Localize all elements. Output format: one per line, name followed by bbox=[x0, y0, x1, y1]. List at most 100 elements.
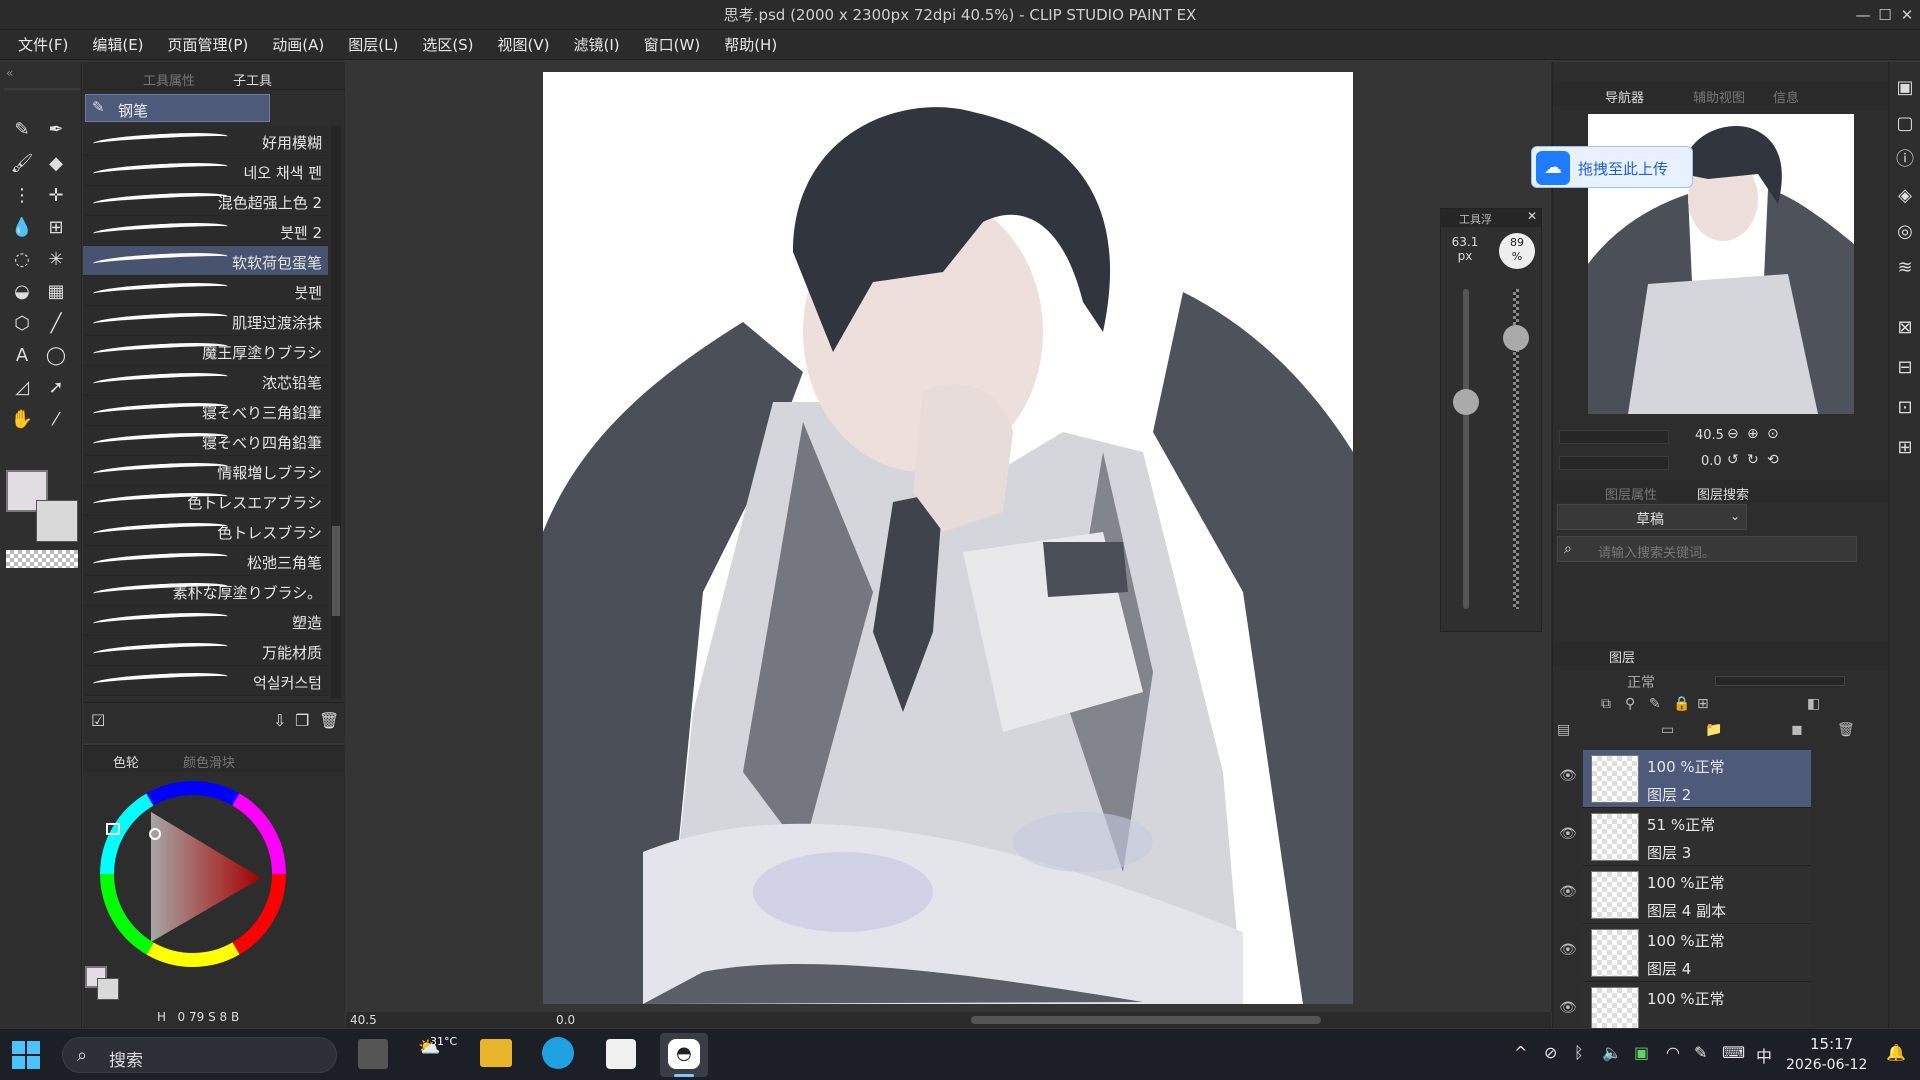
brush-item[interactable]: 塑造 bbox=[83, 606, 328, 636]
wifi-icon[interactable]: ◠ bbox=[1666, 1043, 1680, 1062]
layers-panel-icon[interactable]: ≋ bbox=[1889, 252, 1920, 284]
layer-reference-icon[interactable]: ⚲ bbox=[1625, 696, 1635, 712]
file-explorer-icon[interactable] bbox=[480, 1039, 512, 1067]
tab-info[interactable]: 信息 bbox=[1773, 87, 1799, 106]
notification-bell-icon[interactable]: 🔔 bbox=[1886, 1043, 1906, 1062]
brush-item[interactable]: 色トレスエアブラシ bbox=[83, 486, 328, 516]
transparent-color-swatch[interactable] bbox=[6, 550, 78, 568]
layer-row[interactable]: 👁 100 %正常 图层 4 副本 bbox=[1559, 866, 1811, 924]
menu-edit[interactable]: 编辑(E) bbox=[80, 30, 155, 60]
taskbar-search[interactable]: ⌕ 搜索 bbox=[62, 1037, 337, 1073]
object-select-icon[interactable]: ➚ bbox=[40, 372, 72, 404]
layer-search-box[interactable]: ⌕ 请输入搜索关键词。 bbox=[1557, 536, 1857, 562]
clip-studio-taskbar-icon[interactable]: ◓ bbox=[660, 1033, 708, 1077]
brush-opacity-slider-thumb[interactable] bbox=[1503, 325, 1529, 351]
line-tool-icon[interactable]: ╱ bbox=[40, 308, 72, 340]
balloon-tool-icon[interactable]: ◯ bbox=[40, 340, 72, 372]
menu-selection[interactable]: 选区(S) bbox=[410, 30, 485, 60]
artwork-canvas[interactable] bbox=[543, 72, 1353, 1004]
rotate-left-icon[interactable]: ↺ bbox=[1727, 452, 1739, 468]
brush-tool-icon[interactable]: 🖌 bbox=[6, 148, 38, 180]
pen-pressure-icon[interactable]: ✒ bbox=[40, 114, 72, 146]
airbrush-tool-icon[interactable]: ⋮ bbox=[6, 180, 38, 212]
tab-subtool[interactable]: 子工具 bbox=[233, 70, 272, 89]
edge-browser-icon[interactable] bbox=[542, 1037, 574, 1069]
brush-opacity-slider[interactable] bbox=[1503, 289, 1529, 609]
sub-view-panel-icon[interactable]: ▢ bbox=[1889, 108, 1920, 140]
rotate-right-icon[interactable]: ↻ bbox=[1747, 452, 1759, 468]
color-wheel[interactable] bbox=[93, 774, 293, 974]
layer-lock-icon[interactable]: 🔒 bbox=[1673, 696, 1690, 712]
angle-readout[interactable]: 0.0 bbox=[556, 1013, 575, 1027]
item-bank-panel-icon[interactable]: ⊞ bbox=[1889, 432, 1920, 464]
zoom-slider[interactable] bbox=[1559, 430, 1669, 444]
menu-layer[interactable]: 图层(L) bbox=[336, 30, 410, 60]
pen-tool-icon[interactable]: ✎ bbox=[6, 114, 38, 146]
menu-filter[interactable]: 滤镜(I) bbox=[562, 30, 632, 60]
layer-clip-icon[interactable]: ⧉ bbox=[1601, 696, 1611, 712]
layer-visibility-eye-icon[interactable]: 👁 bbox=[1559, 768, 1577, 784]
brush-item[interactable]: 好用模糊 bbox=[83, 126, 328, 156]
magic-wand-icon[interactable]: ✳ bbox=[40, 244, 72, 276]
clock-date[interactable]: 2026-06-12 bbox=[1786, 1057, 1867, 1073]
mesh-tool-icon[interactable]: ⊞ bbox=[40, 212, 72, 244]
layer-property-panel-icon[interactable]: ◈ bbox=[1889, 180, 1920, 212]
pen-tray-icon[interactable]: ✎ bbox=[1694, 1043, 1707, 1062]
tab-tool-property[interactable]: 工具属性 bbox=[143, 70, 195, 89]
tab-layer-search[interactable]: 图层搜索 bbox=[1697, 484, 1749, 503]
bluetooth-icon[interactable]: ᛒ bbox=[1574, 1043, 1584, 1062]
layer-search-panel-icon[interactable]: ◎ bbox=[1889, 216, 1920, 248]
tab-sub-view[interactable]: 辅助视图 bbox=[1693, 87, 1745, 106]
brush-item[interactable]: 寝そべり四角鉛筆 bbox=[83, 426, 328, 456]
tab-layer-property[interactable]: 图层属性 bbox=[1605, 484, 1657, 503]
close-button[interactable]: ✕ bbox=[1892, 0, 1920, 30]
eraser-tool-icon[interactable]: ◆ bbox=[40, 148, 72, 180]
subtool-settings-icon[interactable]: ☑ bbox=[91, 711, 105, 730]
collapse-icon[interactable]: « bbox=[6, 66, 13, 80]
brush-item[interactable]: 붓펜 2 bbox=[83, 216, 328, 246]
fill-tool-icon[interactable]: ◒ bbox=[6, 276, 38, 308]
brush-item[interactable]: 软软荷包蛋笔 bbox=[83, 246, 328, 276]
subtool-copy-icon[interactable]: ❐ bbox=[295, 711, 309, 730]
history-panel-icon[interactable]: ⊟ bbox=[1889, 352, 1920, 384]
brush-size-slider-thumb[interactable] bbox=[1453, 389, 1479, 415]
store-icon[interactable] bbox=[606, 1039, 636, 1069]
gradient-tool-icon[interactable]: ▦ bbox=[40, 276, 72, 308]
small-sub-swatch[interactable] bbox=[97, 978, 119, 1000]
ime-indicator[interactable]: 中 bbox=[1756, 1043, 1772, 1067]
brush-item[interactable]: 色トレスブラシ bbox=[83, 516, 328, 546]
sub-color-swatch[interactable] bbox=[36, 500, 78, 542]
layer-row[interactable]: 👁 100 %正常 图层 2 bbox=[1559, 750, 1811, 808]
layer-color-icon[interactable]: ◧ bbox=[1807, 696, 1820, 712]
brush-item[interactable]: 붓펜 bbox=[83, 276, 328, 306]
keyboard-icon[interactable]: ⌨ bbox=[1722, 1043, 1745, 1062]
subtool-delete-icon[interactable]: 🗑 bbox=[319, 711, 339, 730]
zoom-fit-icon[interactable]: ⊙ bbox=[1767, 426, 1779, 442]
delete-layer-icon[interactable]: 🗑 bbox=[1837, 722, 1855, 738]
tab-color-wheel[interactable]: 色轮 bbox=[113, 752, 139, 771]
zoom-in-icon[interactable]: ⊕ bbox=[1747, 426, 1759, 442]
layer-row[interactable]: 👁 100 %正常 图层 4 bbox=[1559, 924, 1811, 982]
text-tool-icon[interactable]: A bbox=[6, 340, 38, 372]
network-off-icon[interactable]: ⊘ bbox=[1544, 1043, 1557, 1062]
lasso-tool-icon[interactable]: ◌ bbox=[6, 244, 38, 276]
upload-badge[interactable]: ☁ 拖拽至此上传 bbox=[1531, 146, 1693, 188]
auto-action-panel-icon[interactable]: ⊡ bbox=[1889, 392, 1920, 424]
layer-visibility-eye-icon[interactable]: 👁 bbox=[1559, 942, 1577, 958]
menu-view[interactable]: 视图(V) bbox=[486, 30, 562, 60]
hand-tool-icon[interactable]: ✋ bbox=[6, 404, 38, 436]
layer-row[interactable]: 👁 51 %正常 图层 3 bbox=[1559, 808, 1811, 866]
brush-item[interactable]: 네오 채색 펜 bbox=[83, 156, 328, 186]
brush-item[interactable]: 松弛三角笔 bbox=[83, 546, 328, 576]
rotate-slider[interactable] bbox=[1559, 456, 1669, 470]
zoom-readout[interactable]: 40.5 bbox=[350, 1013, 377, 1027]
tab-navigator[interactable]: 导航器 bbox=[1605, 87, 1644, 106]
brush-item[interactable]: 混色超强上色 2 bbox=[83, 186, 328, 216]
menu-animation[interactable]: 动画(A) bbox=[260, 30, 336, 60]
selected-subtool[interactable]: ✎ 钢笔 bbox=[85, 94, 270, 122]
figure-tool-icon[interactable]: ⬡ bbox=[6, 308, 38, 340]
menu-page[interactable]: 页面管理(P) bbox=[156, 30, 261, 60]
tray-overflow-icon[interactable]: ^ bbox=[1514, 1043, 1527, 1062]
brush-item[interactable]: 素朴な厚塗りブラシ。 bbox=[83, 576, 328, 606]
navigator-panel-icon[interactable]: ▣ bbox=[1889, 72, 1920, 104]
